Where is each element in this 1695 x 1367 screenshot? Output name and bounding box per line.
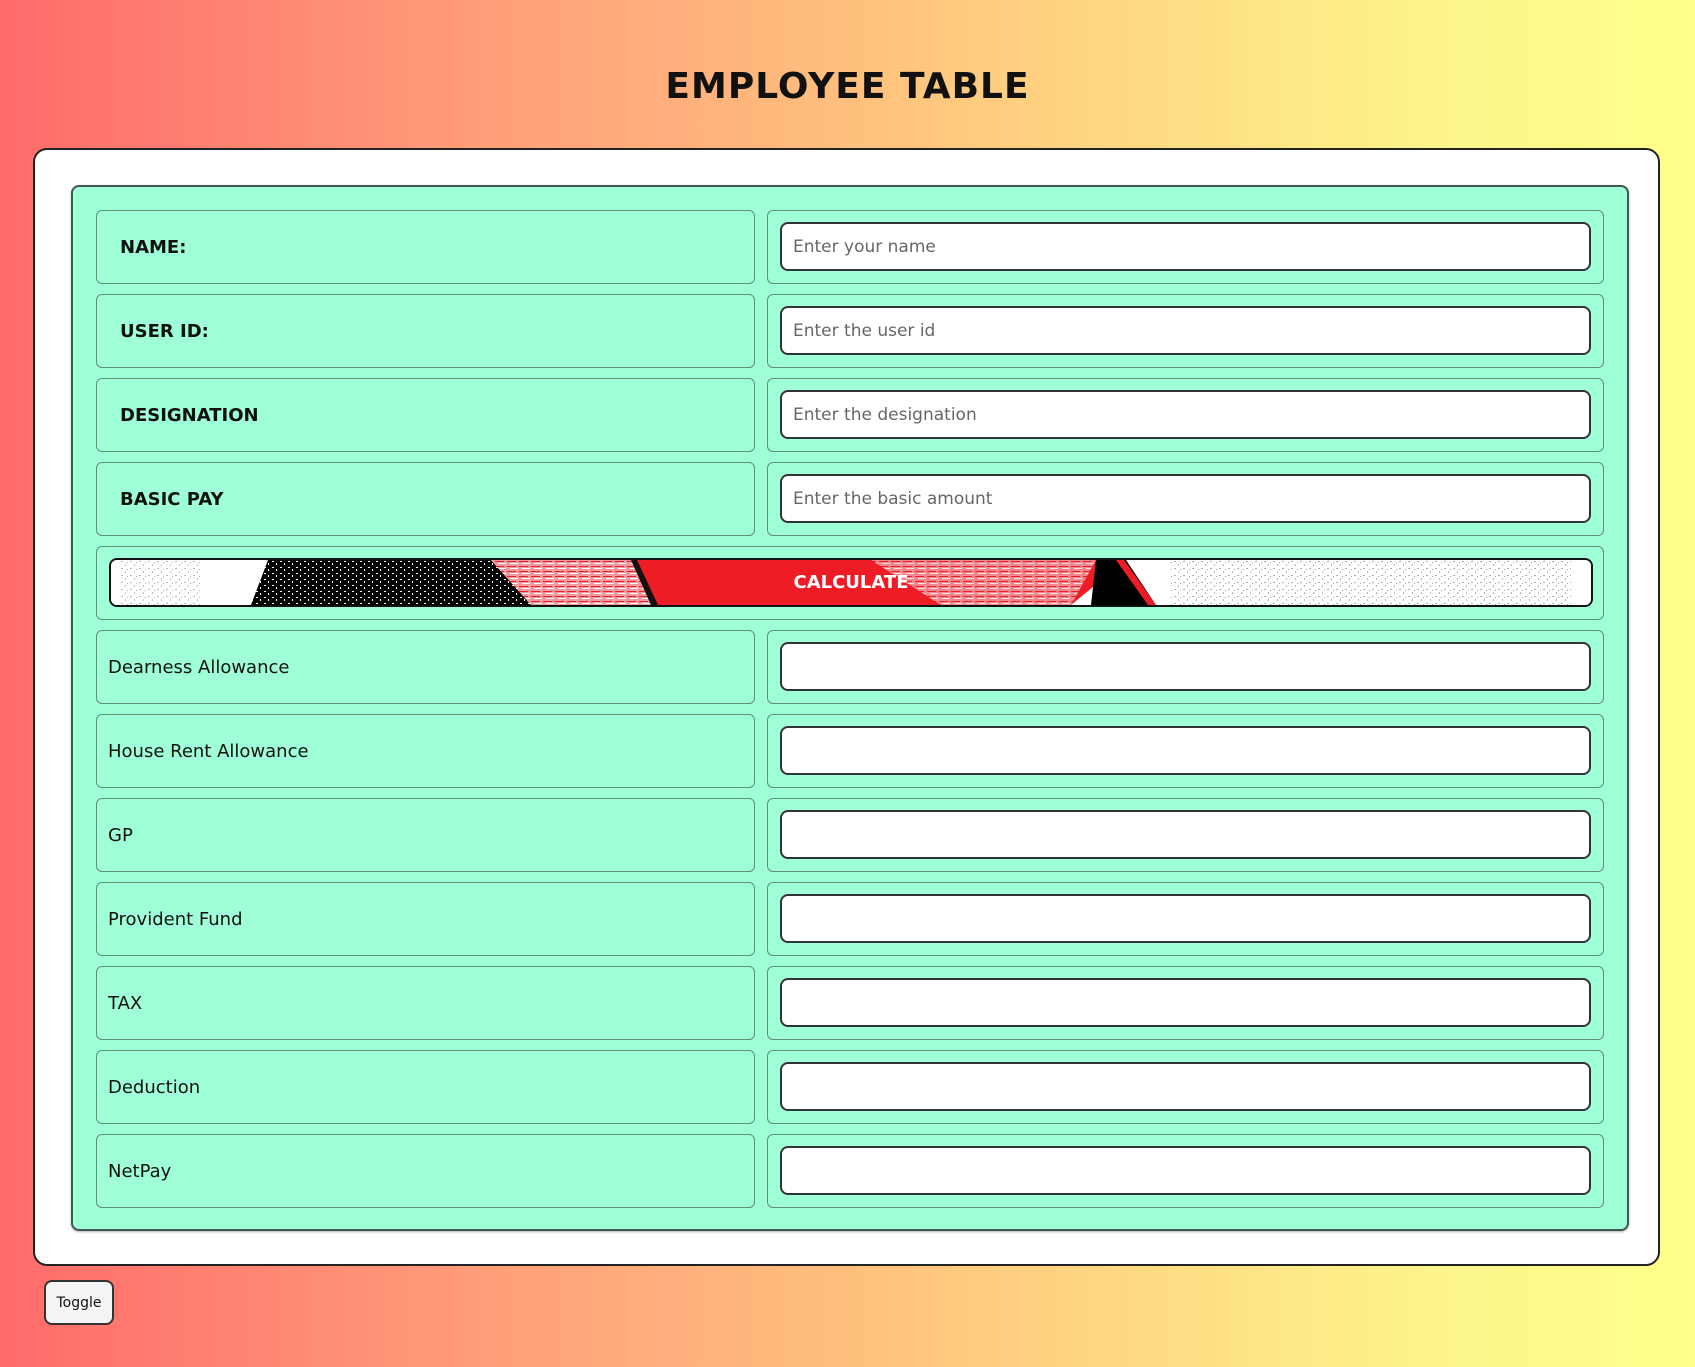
name-label: NAME: — [96, 210, 755, 284]
row-name: NAME: — [96, 210, 1604, 284]
gp-label: GP — [96, 798, 755, 872]
user-id-label: USER ID: — [96, 294, 755, 368]
basic-pay-label: BASIC PAY — [96, 462, 755, 536]
row-deduction: Deduction — [96, 1050, 1604, 1124]
row-dearness-allowance: Dearness Allowance — [96, 630, 1604, 704]
provident-fund-label: Provident Fund — [96, 882, 755, 956]
deduction-field[interactable] — [780, 1062, 1591, 1111]
employee-table: NAME: USER ID: DESIGNATION BASIC PAY — [71, 185, 1629, 1231]
name-input-cell — [767, 210, 1604, 284]
house-rent-allowance-label: House Rent Allowance — [96, 714, 755, 788]
designation-label: DESIGNATION — [96, 378, 755, 452]
house-rent-allowance-field[interactable] — [780, 726, 1591, 775]
calculate-label: CALCULATE — [793, 572, 909, 593]
provident-fund-field[interactable] — [780, 894, 1591, 943]
row-provident-fund: Provident Fund — [96, 882, 1604, 956]
gp-field[interactable] — [780, 810, 1591, 859]
netpay-cell — [767, 1134, 1604, 1208]
tax-cell — [767, 966, 1604, 1040]
netpay-label: NetPay — [96, 1134, 755, 1208]
calculate-button[interactable]: CALCULATE — [109, 558, 1593, 607]
tax-field[interactable] — [780, 978, 1591, 1027]
deduction-cell — [767, 1050, 1604, 1124]
row-calculate: CALCULATE — [96, 546, 1604, 620]
row-gp: GP — [96, 798, 1604, 872]
user-id-input[interactable] — [780, 306, 1591, 355]
provident-fund-cell — [767, 882, 1604, 956]
netpay-field[interactable] — [780, 1146, 1591, 1195]
dearness-allowance-cell — [767, 630, 1604, 704]
row-house-rent-allowance: House Rent Allowance — [96, 714, 1604, 788]
basic-pay-input-cell — [767, 462, 1604, 536]
dearness-allowance-label: Dearness Allowance — [96, 630, 755, 704]
calculate-cell: CALCULATE — [96, 546, 1604, 620]
tax-label: TAX — [96, 966, 755, 1040]
house-rent-allowance-cell — [767, 714, 1604, 788]
employee-card: NAME: USER ID: DESIGNATION BASIC PAY — [33, 148, 1660, 1266]
user-id-input-cell — [767, 294, 1604, 368]
row-netpay: NetPay — [96, 1134, 1604, 1208]
deduction-label: Deduction — [96, 1050, 755, 1124]
row-tax: TAX — [96, 966, 1604, 1040]
row-designation: DESIGNATION — [96, 378, 1604, 452]
row-basic-pay: BASIC PAY — [96, 462, 1604, 536]
toggle-button[interactable]: Toggle — [44, 1280, 114, 1325]
dearness-allowance-field[interactable] — [780, 642, 1591, 691]
row-user-id: USER ID: — [96, 294, 1604, 368]
page-title: EMPLOYEE TABLE — [665, 66, 1030, 107]
designation-input[interactable] — [780, 390, 1591, 439]
basic-pay-input[interactable] — [780, 474, 1591, 523]
name-input[interactable] — [780, 222, 1591, 271]
designation-input-cell — [767, 378, 1604, 452]
gp-cell — [767, 798, 1604, 872]
